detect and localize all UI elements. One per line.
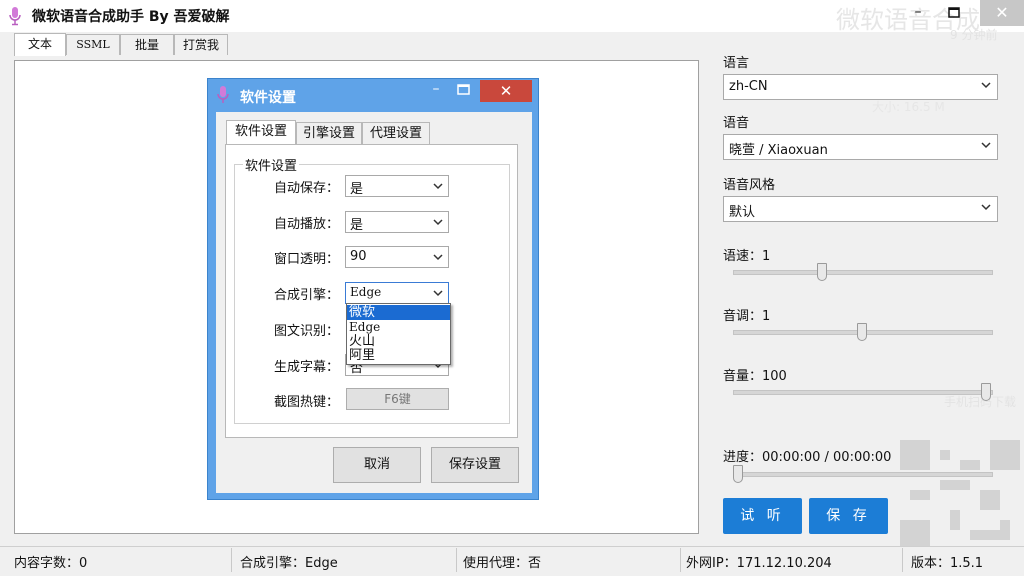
rate-label: 语速：1 [723,249,771,264]
volume-slider-track[interactable] [733,390,993,395]
status-version: 版本：1.5.1 [911,556,984,571]
maximize-button[interactable] [936,0,972,26]
tab-software-settings[interactable]: 软件设置 [226,120,296,145]
engine-select[interactable]: Edge [345,282,449,304]
voice-select[interactable]: 晓萱 / Xiaoxuan [723,134,998,160]
rate-slider-track[interactable] [733,270,993,275]
status-divider [902,548,903,572]
chevron-down-icon [433,219,443,226]
status-engine: 合成引擎：Edge [240,556,338,571]
watermark-text: 手机扫码下载 [944,395,1017,409]
auto-play-label: 自动播放： [274,217,340,232]
progress-label: 进度：00:00:00 / 00:00:00 [723,450,892,465]
status-divider [456,548,457,572]
engine-dropdown-list[interactable]: 微软 Edge 火山 阿里 [346,303,451,365]
maximize-icon [948,7,960,18]
style-label: 语音风格 [723,178,776,193]
language-select[interactable]: zh-CN [723,74,998,100]
microphone-icon [9,7,21,26]
save-settings-button[interactable]: 保存设置 [431,447,519,483]
auto-play-select[interactable]: 是 [345,211,449,233]
screenshot-hotkey-button[interactable]: F6键 [346,388,449,410]
chevron-down-icon [981,82,991,89]
rate-slider-thumb[interactable] [817,263,828,281]
close-button[interactable]: ✕ [980,0,1024,26]
auto-play-value: 是 [350,218,364,233]
auto-save-label: 自动保存： [274,181,340,196]
engine-value: Edge [350,285,382,299]
ocr-label: 图文识别： [274,324,340,339]
subtitles-label: 生成字幕： [274,360,340,375]
chevron-down-icon [433,183,443,190]
engine-option[interactable]: 阿里 [347,348,450,363]
status-divider [680,548,681,572]
qr-code-icon [900,440,1020,550]
tab-ssml[interactable]: SSML [66,34,120,55]
window-opacity-value: 90 [350,249,367,264]
progress-slider-thumb[interactable] [733,465,743,483]
status-proxy: 使用代理：否 [463,556,542,571]
tab-proxy-settings[interactable]: 代理设置 [362,122,430,145]
engine-option[interactable]: 火山 [347,334,450,349]
volume-slider-thumb[interactable] [981,383,991,401]
hotkey-label: 截图热键： [274,395,340,410]
volume-label: 音量：100 [723,369,787,384]
watermark-text: 大小: 16.5 M [872,100,945,114]
engine-option[interactable]: Edge [347,320,450,335]
auto-save-select[interactable]: 是 [345,175,449,197]
pitch-label: 音调：1 [723,309,771,324]
language-value: zh-CN [729,79,768,94]
chevron-down-icon [981,204,991,211]
tab-engine-settings[interactable]: 引擎设置 [296,122,362,145]
voice-value: 晓萱 / Xiaoxuan [729,143,828,158]
language-label: 语言 [723,56,750,71]
tab-tip[interactable]: 打赏我 [174,34,228,55]
group-title: 软件设置 [243,155,300,174]
dialog-minimize-button[interactable]: – [424,80,448,100]
pitch-slider-thumb[interactable] [857,323,867,341]
minimize-button[interactable]: – [900,0,936,26]
window-opacity-select[interactable]: 90 [345,246,449,268]
engine-option[interactable]: 微软 [347,305,450,320]
chevron-down-icon [981,142,991,149]
cancel-button[interactable]: 取消 [333,447,421,483]
status-char-count: 内容字数：0 [14,556,88,571]
dialog-maximize-button[interactable] [450,80,477,100]
listen-button[interactable]: 试 听 [723,498,802,534]
dialog-close-button[interactable]: ✕ [480,80,532,102]
save-button[interactable]: 保 存 [809,498,888,534]
status-ip: 外网IP：171.12.10.204 [686,556,832,571]
tab-text[interactable]: 文本 [14,33,66,56]
style-select[interactable]: 默认 [723,196,998,222]
window-title: 微软语音合成助手 By 吾爱破解 [32,9,230,25]
dialog-title: 软件设置 [240,90,296,106]
status-divider [231,548,232,572]
voice-label: 语音 [723,116,750,131]
chevron-down-icon [433,254,443,261]
watermark-text: 9 分钟前 [950,28,998,42]
style-value: 默认 [729,205,756,220]
chevron-down-icon [433,290,443,297]
microphone-icon [217,86,229,103]
window-opacity-label: 窗口透明： [274,252,340,267]
auto-save-value: 是 [350,182,364,197]
maximize-icon [457,84,470,95]
engine-label: 合成引擎： [274,288,340,303]
tab-batch[interactable]: 批量 [120,34,174,55]
